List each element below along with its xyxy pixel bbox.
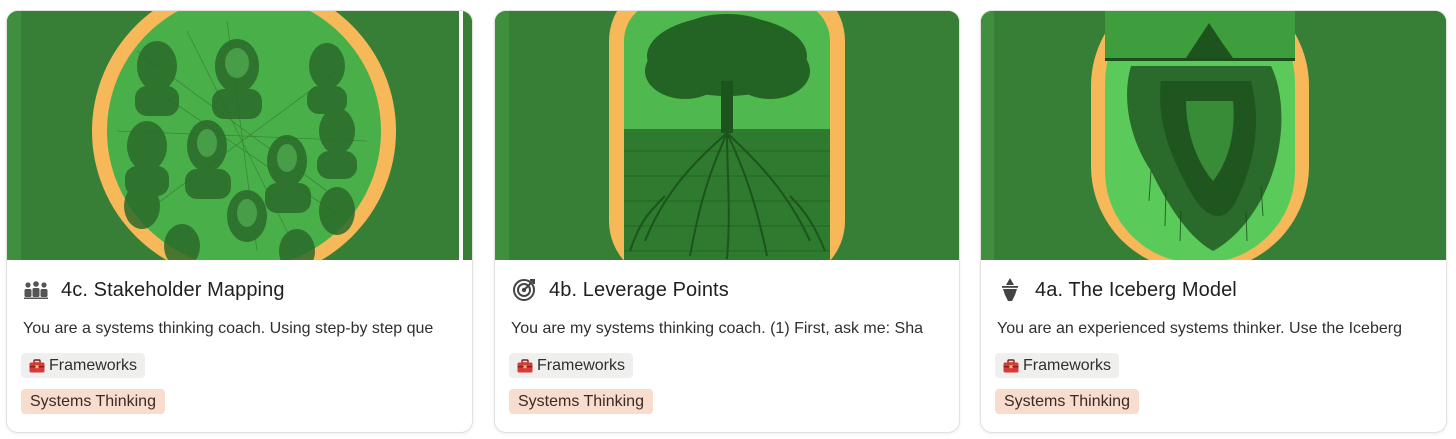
- card-description: You are my systems thinking coach. (1) F…: [511, 320, 924, 337]
- frameworks-chip: Frameworks: [995, 353, 1120, 378]
- card-title-row: 4b. Leverage Points: [511, 277, 949, 303]
- toolbox-icon: [29, 358, 45, 372]
- frameworks-chip-label: Frameworks: [537, 356, 626, 374]
- card-cover-image: [981, 11, 1446, 260]
- card-cover-image: [495, 11, 959, 260]
- card-description: You are a systems thinking coach. Using …: [23, 320, 434, 337]
- card-title-row: 4c. Stakeholder Mapping: [23, 277, 462, 303]
- toolbox-icon: [517, 358, 533, 372]
- gallery-card-iceberg-model[interactable]: 4a. The Iceberg Model You are an experie…: [980, 10, 1447, 433]
- frameworks-chip-label: Frameworks: [49, 356, 138, 374]
- people-group-icon: [23, 277, 49, 303]
- systems-thinking-tag: Systems Thinking: [995, 389, 1139, 414]
- systems-thinking-tag: Systems Thinking: [21, 389, 165, 414]
- card-title: 4b. Leverage Points: [549, 278, 729, 301]
- target-icon: [511, 277, 537, 303]
- card-cover-image: [7, 11, 472, 260]
- card-description: You are an experienced systems thinker. …: [997, 320, 1402, 337]
- card-title: 4c. Stakeholder Mapping: [61, 278, 285, 301]
- gallery-card-stakeholder-mapping[interactable]: 4c. Stakeholder Mapping You are a system…: [6, 10, 473, 433]
- gallery-card-leverage-points[interactable]: 4b. Leverage Points You are my systems t…: [494, 10, 960, 433]
- frameworks-chip: Frameworks: [509, 353, 634, 378]
- card-title: 4a. The Iceberg Model: [1035, 278, 1237, 301]
- systems-thinking-tag: Systems Thinking: [509, 389, 653, 414]
- card-title-row: 4a. The Iceberg Model: [997, 277, 1436, 303]
- frameworks-chip: Frameworks: [21, 353, 146, 378]
- frameworks-chip-label: Frameworks: [1023, 356, 1112, 374]
- toolbox-icon: [1003, 358, 1019, 372]
- iceberg-icon: [997, 277, 1023, 303]
